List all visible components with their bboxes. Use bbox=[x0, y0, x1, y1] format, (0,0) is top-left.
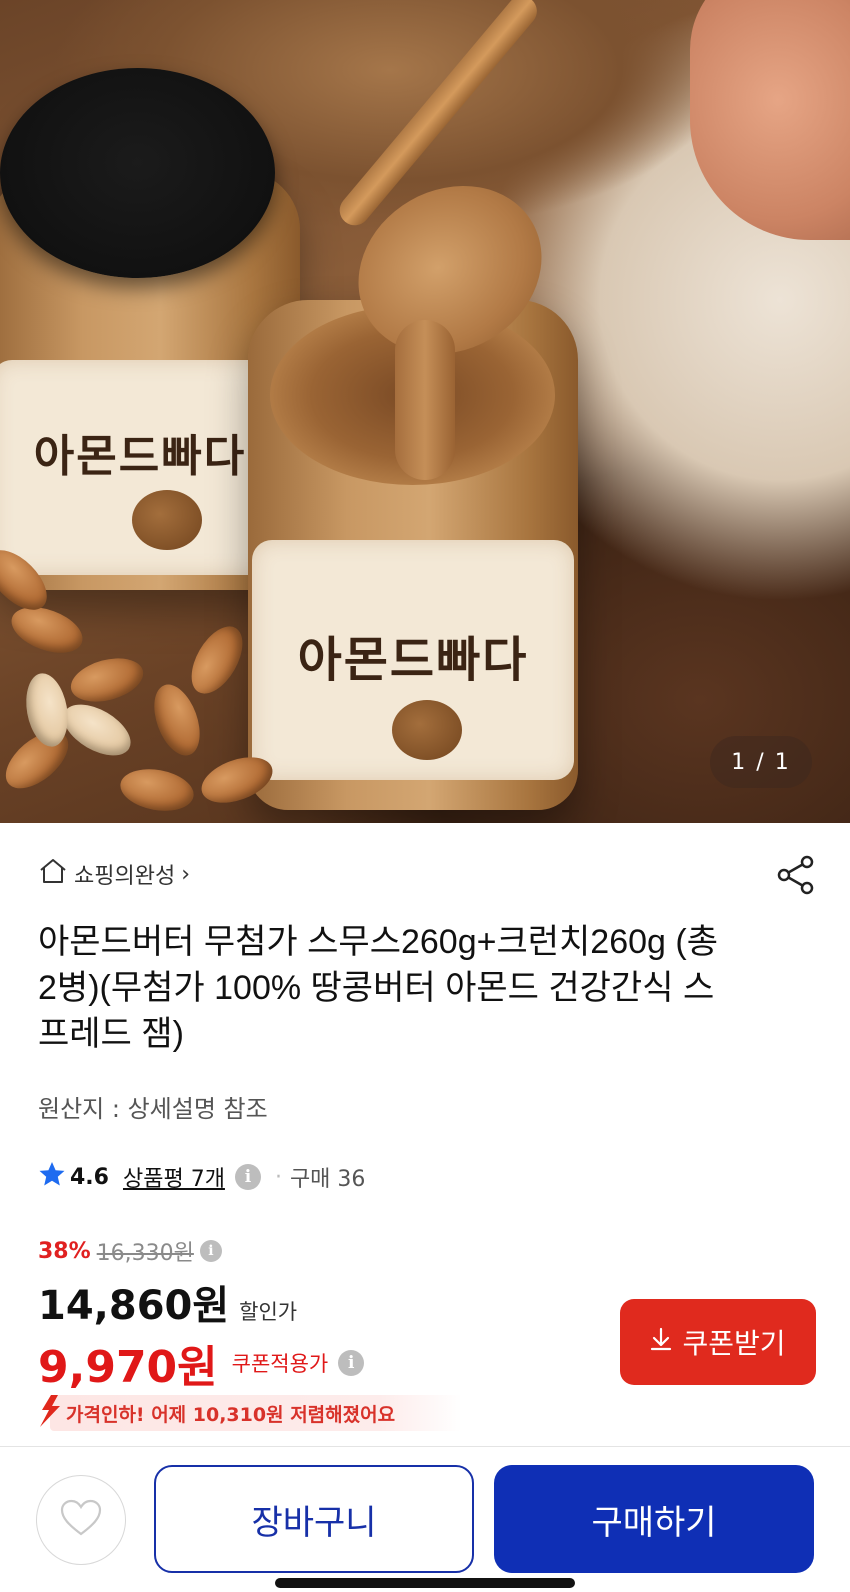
share-icon bbox=[774, 855, 818, 901]
chevron-right-icon: › bbox=[181, 861, 191, 887]
coupon-price: 9,970원 bbox=[38, 1342, 218, 1393]
download-icon bbox=[650, 1327, 672, 1358]
bottom-action-bar: 장바구니 구매하기 bbox=[0, 1447, 850, 1592]
heart-icon bbox=[59, 1498, 103, 1542]
rating-score: 4.6 bbox=[70, 1164, 109, 1190]
discount-percent: 38% bbox=[38, 1238, 91, 1264]
info-icon[interactable]: i bbox=[234, 1164, 261, 1190]
home-indicator[interactable] bbox=[275, 1578, 575, 1588]
rating-row: 4.6 상품평 7개 i · 구매 36 bbox=[38, 1161, 365, 1193]
buy-now-button[interactable]: 구매하기 bbox=[494, 1465, 814, 1573]
price-drop-text: 가격인하! 어제 10,310원 저렴해졌어요 bbox=[66, 1403, 396, 1426]
jar-label-left: 아몬드빠다 bbox=[0, 360, 288, 575]
product-image[interactable]: 아몬드빠다 아몬드빠다 1 / 1 bbox=[0, 0, 850, 823]
almond-decor bbox=[5, 598, 89, 662]
home-icon bbox=[38, 857, 74, 891]
coupon-price-label: 쿠폰적용가 bbox=[231, 1352, 329, 1376]
share-button[interactable] bbox=[774, 853, 818, 897]
info-icon[interactable]: i bbox=[338, 1350, 365, 1376]
mascot-decor bbox=[132, 490, 202, 550]
jar-lid-decor bbox=[0, 68, 275, 278]
review-link[interactable]: 상품평 7개 bbox=[123, 1161, 225, 1193]
discount-row: 38% 16,330원 i bbox=[38, 1235, 222, 1267]
sale-price-label: 할인가 bbox=[239, 1300, 298, 1324]
butter-drip-decor bbox=[395, 320, 455, 480]
store-link[interactable]: 쇼핑의완성 › bbox=[38, 857, 190, 891]
original-price: 16,330원 bbox=[96, 1241, 194, 1266]
product-title: 아몬드버터 무첨가 스무스260g+크런치260g (총 2병)(무첨가 100… bbox=[38, 923, 718, 1053]
sale-price-row: 14,860원 할인가 bbox=[38, 1273, 297, 1331]
hand-decor bbox=[690, 0, 850, 240]
price-drop-banner: 가격인하! 어제 10,310원 저렴해졌어요 bbox=[36, 1393, 462, 1433]
jar-label-text: 아몬드빠다 bbox=[297, 632, 529, 688]
jar-label-right: 아몬드빠다 bbox=[252, 540, 574, 780]
jar-label-text: 아몬드빠다 bbox=[33, 431, 247, 482]
down-arrow-icon bbox=[36, 1394, 62, 1433]
separator-dot: · bbox=[274, 1164, 282, 1190]
purchase-count: 구매 36 bbox=[289, 1167, 366, 1192]
get-coupon-label: 쿠폰받기 bbox=[682, 1328, 786, 1359]
store-name: 쇼핑의완성 bbox=[74, 864, 176, 889]
wishlist-button[interactable] bbox=[36, 1475, 126, 1565]
coupon-price-row: 9,970원 쿠폰적용가 i bbox=[38, 1331, 365, 1395]
almond-decor bbox=[54, 694, 140, 766]
product-origin: 원산지 : 상세설명 참조 bbox=[38, 1095, 268, 1123]
get-coupon-button[interactable]: 쿠폰받기 bbox=[620, 1299, 816, 1385]
info-icon[interactable]: i bbox=[199, 1240, 222, 1262]
star-icon bbox=[38, 1161, 66, 1193]
sale-price: 14,860원 bbox=[38, 1283, 230, 1329]
mascot-decor bbox=[392, 700, 462, 760]
add-to-cart-button[interactable]: 장바구니 bbox=[154, 1465, 474, 1573]
almond-decor bbox=[117, 763, 197, 817]
almond-decor bbox=[66, 651, 148, 709]
almond-decor bbox=[181, 617, 253, 703]
image-counter: 1 / 1 bbox=[710, 736, 812, 788]
